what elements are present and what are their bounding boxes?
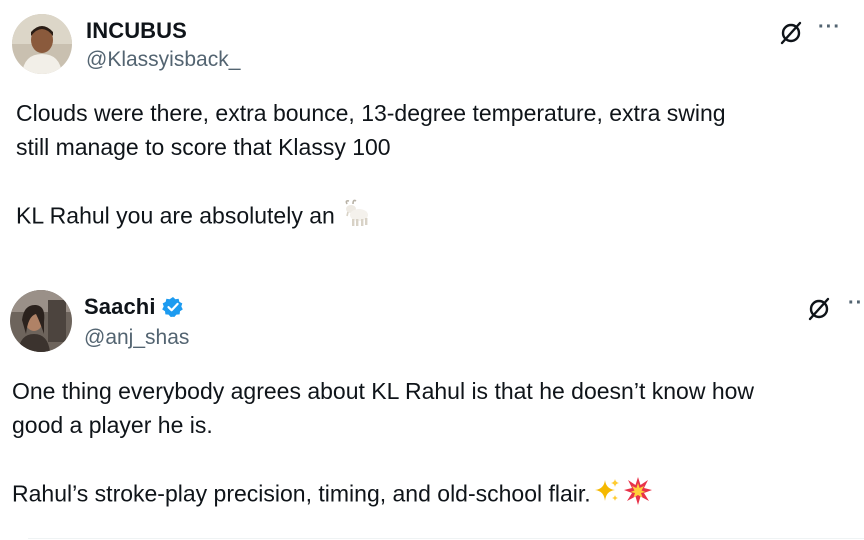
goat-emoji-icon	[341, 198, 371, 237]
tweet-text-fragment: KL Rahul you are absolutely an	[16, 202, 335, 229]
avatar[interactable]	[10, 290, 72, 352]
grok-icon[interactable]	[778, 20, 804, 46]
tweet-text-fragment: Rahul’s stroke-play precision, timing, a…	[12, 480, 591, 507]
divider	[28, 538, 864, 539]
tweet-card[interactable]: INCUBUS @Klassyisback_ ··· Clouds were t…	[0, 0, 864, 262]
display-name[interactable]: INCUBUS	[86, 18, 187, 44]
name-row: INCUBUS	[86, 18, 187, 44]
tweet-text: One thing everybody agrees about KL Rahu…	[12, 374, 754, 515]
user-handle[interactable]: @anj_shas	[84, 326, 189, 350]
tweet-text-line: Clouds were there, extra bounce, 13-degr…	[16, 100, 726, 126]
grok-icon[interactable]	[806, 296, 832, 322]
tweet-text-line: good a player he is.	[12, 412, 213, 438]
tweet-text-line: KL Rahul you are absolutely an	[16, 198, 726, 237]
tweet-card[interactable]: Saachi @anj_shas ·· One thing everybody …	[0, 262, 864, 540]
tweet-text: Clouds were there, extra bounce, 13-degr…	[16, 96, 726, 237]
verified-badge-icon	[161, 296, 184, 318]
feed: INCUBUS @Klassyisback_ ··· Clouds were t…	[0, 0, 864, 540]
tweet-text-line: Rahul’s stroke-play precision, timing, a…	[12, 476, 754, 515]
more-options-icon[interactable]: ···	[818, 17, 841, 37]
user-handle[interactable]: @Klassyisback_	[86, 48, 240, 72]
display-name[interactable]: Saachi	[84, 294, 156, 320]
tweet-text-line: One thing everybody agrees about KL Rahu…	[12, 378, 755, 404]
sparkles-emoji-icon	[593, 477, 621, 514]
tweet-header: Saachi @anj_shas ··	[0, 262, 864, 352]
collision-emoji-icon	[623, 476, 653, 515]
more-options-icon[interactable]: ··	[848, 293, 863, 313]
tweet-header: INCUBUS @Klassyisback_ ···	[0, 0, 864, 80]
name-row: Saachi	[84, 294, 184, 320]
tweet-text-line: still manage to score that Klassy 100	[16, 134, 391, 160]
avatar[interactable]	[12, 14, 72, 74]
